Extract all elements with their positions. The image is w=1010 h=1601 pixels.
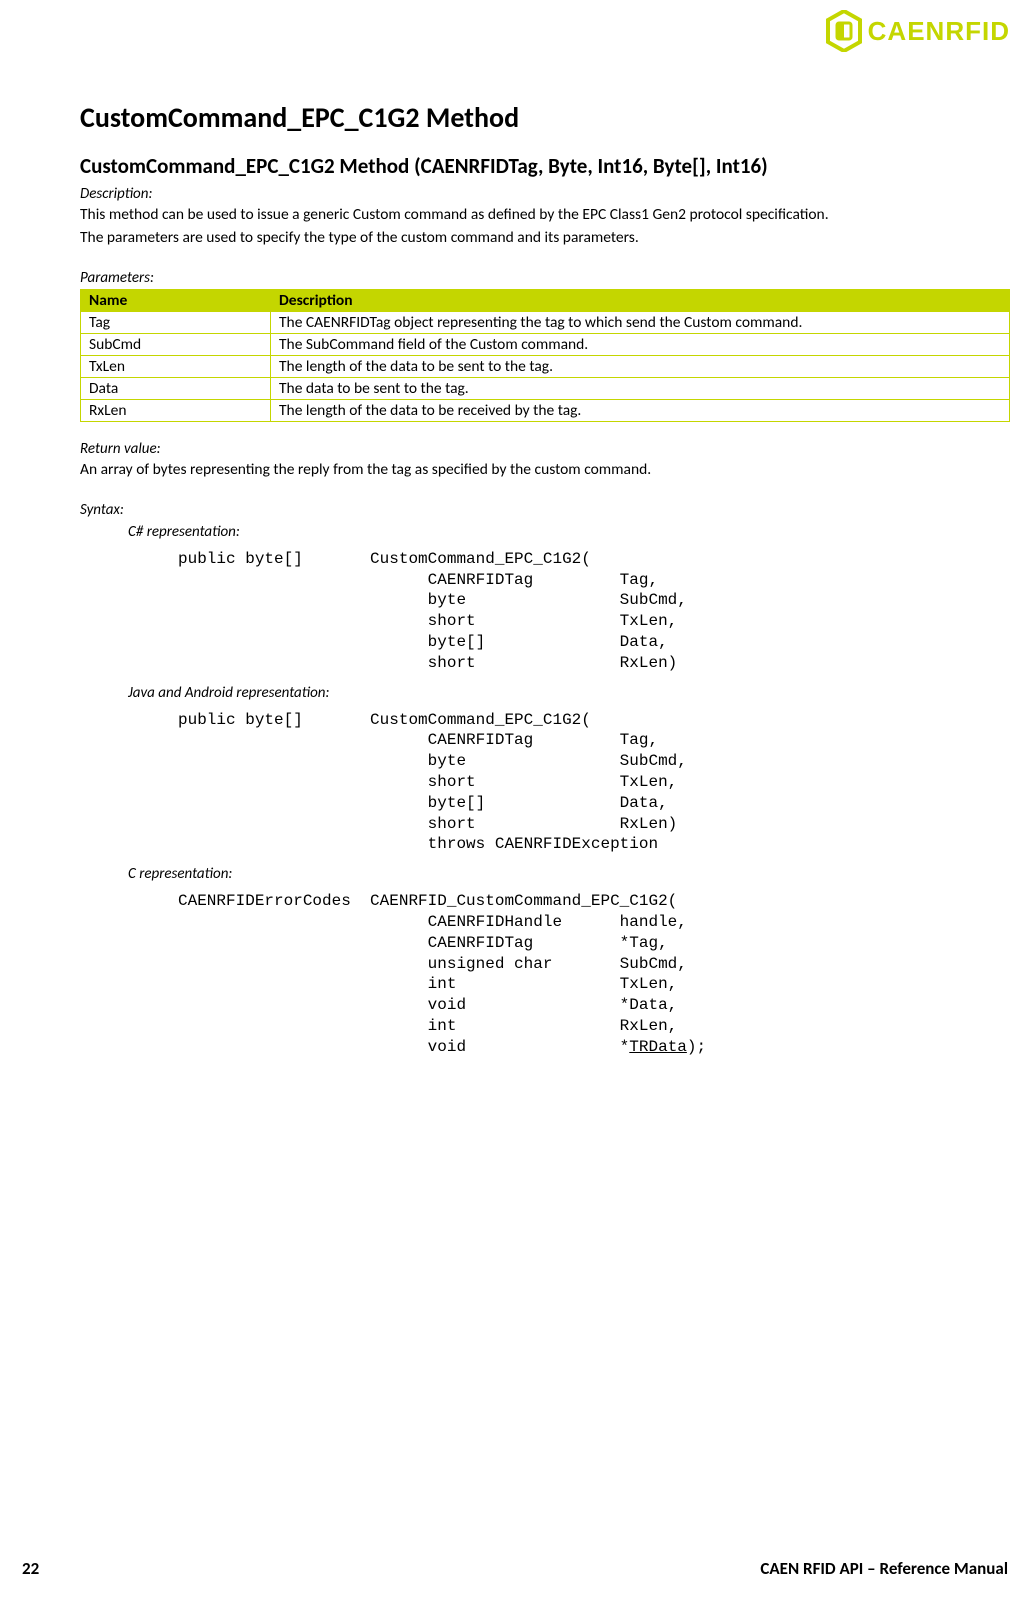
table-row: Data The data to be sent to the tag. (81, 377, 1010, 399)
c-label: C representation: (128, 865, 1010, 883)
syntax-label: Syntax: (80, 501, 1010, 519)
param-name: TxLen (81, 355, 271, 377)
param-desc: The CAENRFIDTag object representing the … (271, 311, 1010, 333)
parameters-label: Parameters: (80, 269, 1010, 287)
return-text: An array of bytes representing the reply… (80, 460, 1010, 481)
csharp-code: public byte[] CustomCommand_EPC_C1G2( CA… (178, 549, 1010, 674)
table-row: TxLen The length of the data to be sent … (81, 355, 1010, 377)
table-row: Tag The CAENRFIDTag object representing … (81, 311, 1010, 333)
c-code-link[interactable]: TRData (629, 1038, 687, 1056)
description-label: Description: (80, 185, 1010, 203)
description-text-1: This method can be used to issue a gener… (80, 205, 1010, 226)
page-content: CustomCommand_EPC_C1G2 Method CustomComm… (0, 20, 1010, 1058)
table-header-row: Name Description (81, 289, 1010, 311)
brand-hex-icon (826, 10, 862, 52)
param-desc: The SubCommand field of the Custom comma… (271, 333, 1010, 355)
c-code: CAENRFIDErrorCodes CAENRFID_CustomComman… (178, 891, 1010, 1057)
page-number: 22 (22, 1558, 39, 1579)
method-signature: CustomCommand_EPC_C1G2 Method (CAENRFIDT… (80, 153, 1010, 179)
c-code-post: ); (687, 1038, 706, 1056)
brand-text: CAENRFID (868, 16, 1010, 47)
param-name: RxLen (81, 399, 271, 421)
table-row: RxLen The length of the data to be recei… (81, 399, 1010, 421)
col-name-header: Name (81, 289, 271, 311)
java-code: public byte[] CustomCommand_EPC_C1G2( CA… (178, 710, 1010, 856)
c-code-pre: CAENRFIDErrorCodes CAENRFID_CustomComman… (178, 892, 687, 1056)
brand-logo: CAENRFID (826, 10, 1010, 52)
parameters-table: Name Description Tag The CAENRFIDTag obj… (80, 289, 1010, 422)
page-footer: 22 CAEN RFID API – Reference Manual (0, 1558, 1010, 1579)
java-label: Java and Android representation: (128, 684, 1010, 702)
table-row: SubCmd The SubCommand field of the Custo… (81, 333, 1010, 355)
param-desc: The data to be sent to the tag. (271, 377, 1010, 399)
csharp-label: C# representation: (128, 523, 1010, 541)
param-name: Tag (81, 311, 271, 333)
return-label: Return value: (80, 440, 1010, 458)
description-text-2: The parameters are used to specify the t… (80, 228, 1010, 249)
footer-text: CAEN RFID API – Reference Manual (760, 1558, 1008, 1579)
param-name: SubCmd (81, 333, 271, 355)
page-title: CustomCommand_EPC_C1G2 Method (80, 100, 1010, 135)
col-desc-header: Description (271, 289, 1010, 311)
param-desc: The length of the data to be received by… (271, 399, 1010, 421)
param-desc: The length of the data to be sent to the… (271, 355, 1010, 377)
param-name: Data (81, 377, 271, 399)
